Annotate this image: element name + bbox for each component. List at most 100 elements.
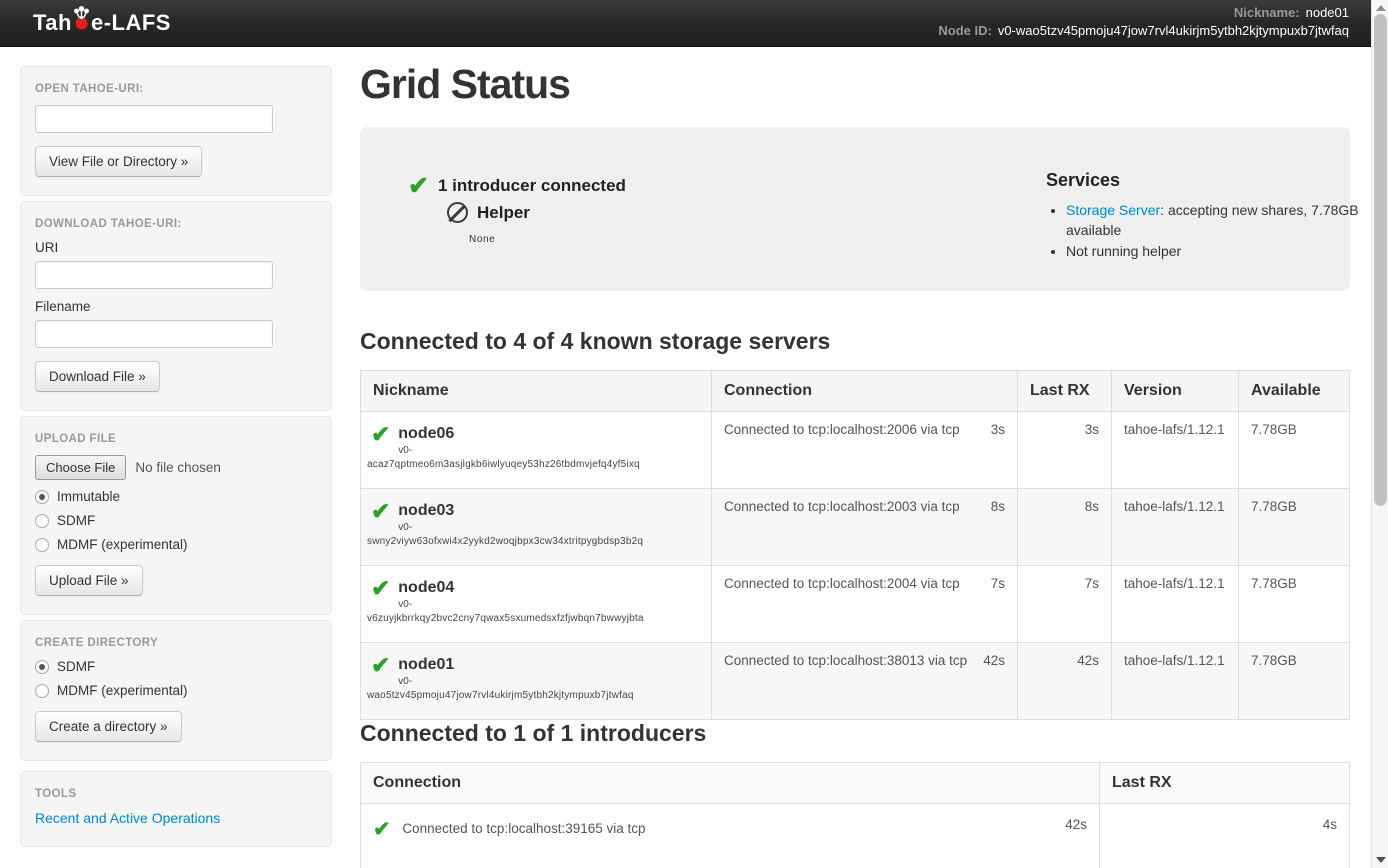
logo-text-suffix: e-LAFS [91, 10, 171, 36]
top-navbar: Tahe-LAFS Nickname: node01 Node ID: v0-w… [0, 0, 1371, 47]
download-uri-input[interactable] [35, 261, 273, 289]
scroll-up-arrow-icon[interactable] [1376, 5, 1386, 11]
page: Tahe-LAFS Nickname: node01 Node ID: v0-w… [0, 0, 1388, 868]
tahoe-lafs-logo[interactable]: Tahe-LAFS [33, 7, 171, 39]
introducer-status-text: 1 introducer connected [438, 176, 626, 196]
filename-field-label: Filename [35, 299, 317, 314]
col-available: Available [1239, 371, 1350, 412]
server-connection: Connected to tcp:localhost:38013 via tcp [724, 653, 967, 668]
col-connection: Connection [712, 371, 1018, 412]
col-version: Version [1112, 371, 1239, 412]
introducer-connection: Connected to tcp:localhost:39165 via tcp [402, 821, 645, 836]
node-id-value: v0-wao5tzv45pmoju47jow7rvl4ukirjm5ytbh2k… [998, 22, 1349, 40]
server-id-prefix: v0- [371, 520, 699, 535]
open-uri-input[interactable] [35, 105, 273, 133]
col-intro-connection: Connection [361, 763, 1100, 804]
radio-dir-mdmf-label: MDMF (experimental) [57, 683, 188, 698]
sidebar: OPEN TAHOE-URI: View File or Directory »… [20, 66, 332, 852]
upload-format-option-mdmf[interactable]: MDMF (experimental) [35, 537, 317, 552]
server-id-prefix: v0- [371, 443, 699, 458]
radio-sdmf-icon[interactable] [35, 514, 49, 528]
node-identity: Nickname: node01 Node ID: v0-wao5tzv45pm… [938, 4, 1349, 40]
introducers-heading: Connected to 1 of 1 introducers [360, 720, 1350, 747]
dir-format-option-sdmf[interactable]: SDMF [35, 659, 317, 674]
col-intro-last-rx: Last RX [1100, 763, 1350, 804]
server-version: tahoe-lafs/1.12.1 [1112, 412, 1239, 489]
file-chosen-status: No file chosen [135, 460, 221, 475]
storage-servers-heading: Connected to 4 of 4 known storage server… [360, 328, 1350, 355]
helper-label: Helper [477, 203, 530, 223]
server-connected-check-icon: ✔ [371, 422, 390, 446]
table-row: ✔ Connected to tcp:localhost:39165 via t… [361, 804, 1350, 868]
server-available: 7.78GB [1239, 489, 1350, 566]
server-id-hash: wao5tzv45pmoju47jow7rvl4ukirjm5ytbh2kjty… [367, 689, 699, 703]
radio-immutable-icon[interactable] [35, 490, 49, 504]
download-filename-input[interactable] [35, 320, 273, 348]
download-tahoe-uri-panel: DOWNLOAD TAHOE-URI: URI Filename Downloa… [20, 201, 332, 411]
radio-immutable-label: Immutable [57, 489, 120, 504]
recent-operations-link[interactable]: Recent and Active Operations [35, 810, 220, 826]
services-title: Services [1046, 170, 1376, 191]
table-row: ✔ node06 v0- acaz7qptmeo6m3asjlgkb6iwlyu… [361, 412, 1350, 489]
introducer-last-rx: 4s [1100, 804, 1350, 868]
upload-file-button[interactable]: Upload File » [35, 565, 143, 596]
helper-value: None [469, 234, 495, 245]
server-connection: Connected to tcp:localhost:2006 via tcp [724, 422, 960, 437]
radio-sdmf-label: SDMF [57, 513, 95, 528]
table-row: ✔ node04 v0- v6zuyjkbrrkqy2bvc2cny7qwax5… [361, 566, 1350, 643]
view-file-button[interactable]: View File or Directory » [35, 146, 202, 177]
connection-age: 8s [991, 499, 1005, 514]
table-row: ✔ node03 v0- swny2viyw63ofxwi4x2yykd2woq… [361, 489, 1350, 566]
download-file-button[interactable]: Download File » [35, 361, 160, 392]
open-tahoe-uri-label: OPEN TAHOE-URI: [35, 83, 317, 95]
uri-field-label: URI [35, 240, 317, 255]
main-content: Grid Status ✔ 1 introducer connected Hel… [360, 55, 1350, 868]
server-connected-check-icon: ✔ [371, 576, 390, 600]
tahoe-sprout-icon [73, 5, 90, 37]
vertical-scrollbar[interactable] [1371, 0, 1388, 868]
radio-mdmf-label: MDMF (experimental) [57, 537, 188, 552]
upload-file-label: UPLOAD FILE [35, 433, 317, 445]
upload-format-option-sdmf[interactable]: SDMF [35, 513, 317, 528]
server-version: tahoe-lafs/1.12.1 [1112, 566, 1239, 643]
storage-server-link[interactable]: Storage Server [1066, 202, 1160, 218]
radio-dir-mdmf-icon[interactable] [35, 684, 49, 698]
service-helper-status: Not running helper [1066, 241, 1376, 261]
service-storage-server: Storage Server: accepting new shares, 7.… [1066, 200, 1376, 240]
tools-panel: TOOLS Recent and Active Operations [20, 771, 332, 847]
services-section: Services Storage Server: accepting new s… [1046, 170, 1376, 262]
server-connected-check-icon: ✔ [371, 653, 390, 677]
connected-check-icon: ✔ [408, 171, 429, 201]
server-id-prefix: v0- [371, 597, 699, 612]
server-connection: Connected to tcp:localhost:2004 via tcp [724, 576, 960, 591]
col-nickname: Nickname [361, 371, 712, 412]
introducers-table: Connection Last RX ✔ Connected to tcp:lo… [360, 762, 1350, 868]
server-connected-check-icon: ✔ [371, 499, 390, 523]
server-nickname: node01 [371, 653, 699, 674]
server-id-prefix: v0- [371, 674, 699, 689]
radio-dir-sdmf-icon[interactable] [35, 660, 49, 674]
connection-age: 42s [1065, 817, 1087, 832]
upload-file-panel: UPLOAD FILE Choose File No file chosen I… [20, 416, 332, 615]
server-available: 7.78GB [1239, 412, 1350, 489]
server-last-rx: 3s [1018, 412, 1112, 489]
dir-format-option-mdmf[interactable]: MDMF (experimental) [35, 683, 317, 698]
radio-dir-sdmf-label: SDMF [57, 659, 95, 674]
server-nickname: node06 [371, 422, 699, 443]
upload-format-option-immutable[interactable]: Immutable [35, 489, 317, 504]
server-version: tahoe-lafs/1.12.1 [1112, 489, 1239, 566]
server-available: 7.78GB [1239, 643, 1350, 720]
page-title: Grid Status [360, 61, 1350, 108]
tools-label: TOOLS [35, 788, 317, 800]
radio-mdmf-icon[interactable] [35, 538, 49, 552]
server-id-hash: swny2viyw63ofxwi4x2yykd2woqjbpx3cw34xtri… [367, 535, 699, 549]
server-last-rx: 42s [1018, 643, 1112, 720]
server-last-rx: 7s [1018, 566, 1112, 643]
server-nickname: node04 [371, 576, 699, 597]
server-id-hash: v6zuyjkbrrkqy2bvc2cny7qwax5sxumedsxfzfjw… [367, 612, 699, 626]
scroll-down-arrow-icon[interactable] [1376, 857, 1386, 863]
connection-age: 7s [991, 576, 1005, 591]
create-directory-button[interactable]: Create a directory » [35, 711, 182, 742]
server-last-rx: 8s [1018, 489, 1112, 566]
choose-file-button[interactable]: Choose File [35, 455, 126, 480]
